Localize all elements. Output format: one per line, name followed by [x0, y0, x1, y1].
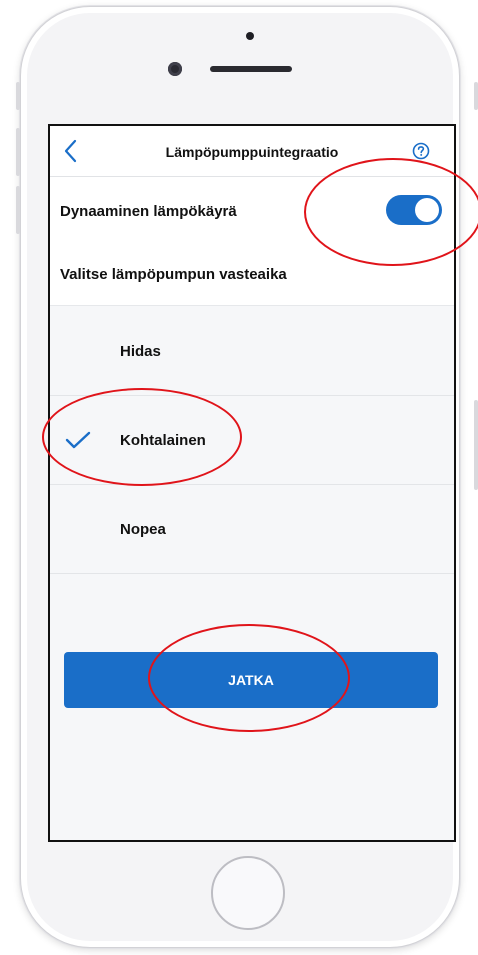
option-hidas[interactable]: Hidas	[50, 307, 454, 396]
proximity-sensor	[246, 32, 254, 40]
volume-up-button	[16, 128, 20, 176]
option-kohtalainen[interactable]: Kohtalainen	[50, 396, 454, 485]
option-label: Hidas	[120, 343, 161, 360]
response-time-header: Valitse lämpöpumpun vasteaika	[50, 243, 454, 306]
page-title: Lämpöpumppuintegraatio	[165, 144, 339, 160]
nav-bar: Lämpöpumppuintegraatio	[50, 126, 454, 177]
continue-button[interactable]: JATKA	[64, 652, 438, 708]
option-label: Kohtalainen	[120, 432, 206, 449]
dynamic-curve-row: Dynaaminen lämpökäyrä	[50, 177, 454, 243]
checkmark-icon	[65, 431, 91, 449]
side-button	[474, 400, 478, 490]
app-screen: Lämpöpumppuintegraatio Dynaaminen lämpök…	[48, 124, 456, 842]
mute-switch	[16, 82, 20, 110]
help-icon[interactable]	[412, 142, 430, 160]
dynamic-curve-toggle[interactable]	[386, 195, 442, 225]
earpiece-speaker	[210, 66, 292, 72]
home-button[interactable]	[211, 856, 285, 930]
response-time-label: Valitse lämpöpumpun vasteaika	[60, 266, 287, 283]
front-camera	[168, 62, 182, 76]
toggle-knob	[415, 198, 439, 222]
dynamic-curve-label: Dynaaminen lämpökäyrä	[60, 203, 237, 220]
volume-down-button	[16, 186, 20, 234]
option-label: Nopea	[120, 521, 166, 538]
side-button	[474, 82, 478, 110]
option-nopea[interactable]: Nopea	[50, 485, 454, 574]
